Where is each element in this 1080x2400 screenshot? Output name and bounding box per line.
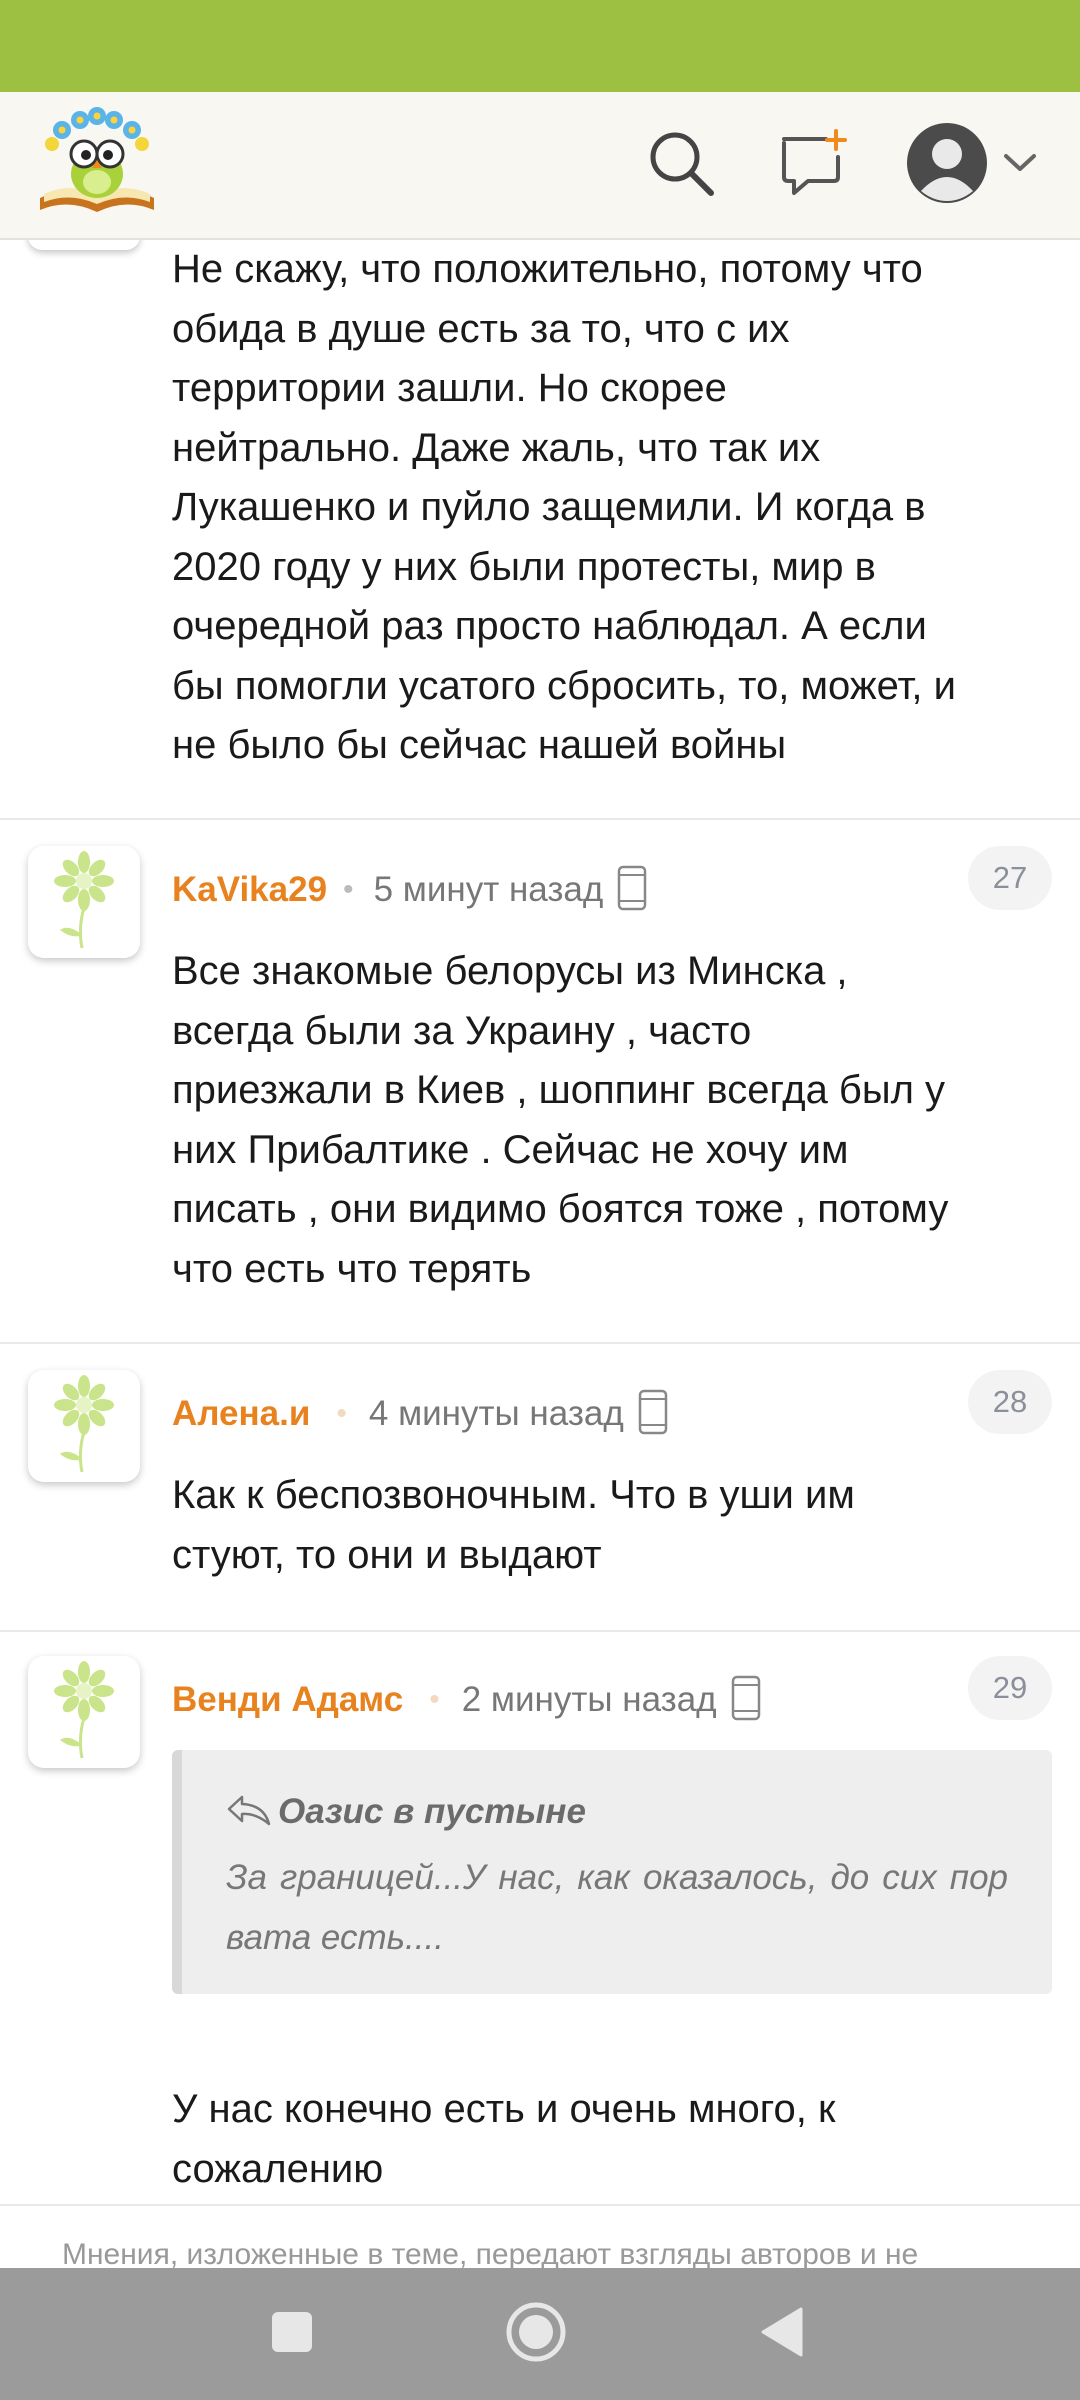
- recents-button[interactable]: [254, 2296, 330, 2372]
- search-button[interactable]: [636, 120, 726, 210]
- status-bar: [0, 0, 1080, 92]
- comment-text: У нас конечно есть и очень много, к сожа…: [172, 2087, 836, 2191]
- flower-avatar-icon: [48, 1660, 120, 1765]
- divider: [0, 2204, 1080, 2206]
- avatar[interactable]: [28, 240, 140, 250]
- comment-number-badge[interactable]: 28: [968, 1370, 1052, 1434]
- avatar[interactable]: [28, 846, 140, 958]
- mobile-phone-icon: [638, 1389, 668, 1440]
- divider: [0, 1630, 1080, 1632]
- separator-dot: •: [343, 873, 354, 906]
- comment-time: 4 минуты назад: [368, 1394, 624, 1433]
- flower-avatar-icon: [48, 850, 120, 955]
- owl-logo-icon[interactable]: [34, 106, 160, 218]
- back-button[interactable]: [744, 2296, 820, 2372]
- author-name[interactable]: Алена.и: [172, 1394, 310, 1434]
- author-name[interactable]: KaVika29: [172, 870, 327, 910]
- comment-text: Все знакомые белорусы из Минска , всегда…: [172, 949, 949, 1291]
- triangle-back-icon: [757, 2305, 807, 2364]
- circle-icon: [504, 2300, 568, 2369]
- new-post-button[interactable]: [768, 120, 858, 210]
- comment-meta: KaVika29 • 5 минут назад: [172, 860, 647, 920]
- quote-text: За границей...У нас, как оказалось, до с…: [226, 1858, 1008, 1957]
- comment-number-badge[interactable]: 27: [968, 846, 1052, 910]
- comment-feed[interactable]: Не скажу, что положительно, потому что о…: [0, 240, 1080, 2268]
- reply-arrow-icon: [226, 1793, 272, 1832]
- quote-author[interactable]: Оазис в пустыне: [278, 1792, 586, 1832]
- avatar[interactable]: [28, 1656, 140, 1768]
- user-avatar-icon: [905, 121, 989, 210]
- system-navigation-bar: [0, 2268, 1080, 2400]
- comment-text: Не скажу, что положительно, потому что о…: [172, 247, 956, 767]
- quote-header: Оазис в пустыне: [226, 1792, 586, 1832]
- comment-meta: Алена.и • 4 минуты назад: [172, 1384, 668, 1444]
- mobile-phone-icon: [617, 865, 647, 916]
- search-icon: [645, 127, 717, 204]
- comment-text: Как к беспозвоночным. Что в уши им стуют…: [172, 1473, 855, 1577]
- chat-plus-icon: [776, 127, 850, 204]
- comment-meta: Венди Адамс • 2 минуты назад: [172, 1670, 761, 1730]
- square-icon: [270, 2310, 314, 2359]
- separator-dot: •: [429, 1683, 440, 1716]
- flower-avatar-icon: [48, 1374, 120, 1479]
- separator-dot: •: [336, 1397, 347, 1430]
- app-header: [0, 92, 1080, 240]
- mobile-phone-icon: [731, 1675, 761, 1726]
- divider: [0, 818, 1080, 820]
- quote-block: Оазис в пустыне За границей...У нас, как…: [172, 1750, 1052, 1994]
- author-name[interactable]: Венди Адамс: [172, 1680, 403, 1720]
- comment-number-badge[interactable]: 29: [968, 1656, 1052, 1720]
- profile-menu-button[interactable]: [896, 120, 1046, 210]
- disclaimer-text: Мнения, изложенные в теме, передают взгл…: [62, 2238, 919, 2268]
- avatar[interactable]: [28, 1370, 140, 1482]
- home-button[interactable]: [498, 2296, 574, 2372]
- comment-time: 2 минуты назад: [461, 1680, 717, 1719]
- comment-time: 5 минут назад: [373, 870, 604, 909]
- chevron-down-icon: [1003, 152, 1037, 179]
- divider: [0, 1342, 1080, 1344]
